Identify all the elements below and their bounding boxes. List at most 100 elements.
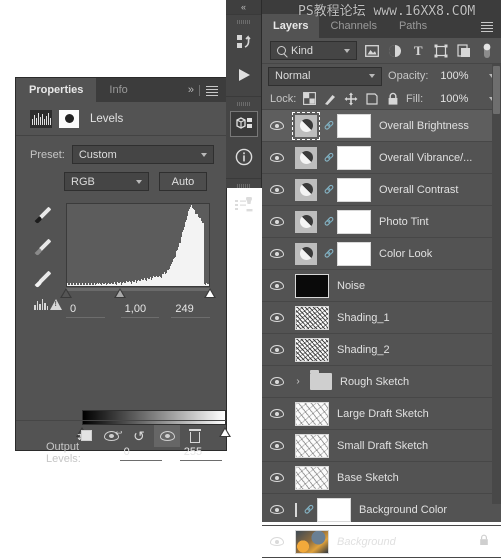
filter-type-icon[interactable]: T (410, 42, 426, 60)
table-row[interactable]: Shading_2 (262, 334, 501, 366)
layer-mask-thumbnail[interactable] (337, 145, 371, 170)
panel-menu-icon[interactable] (206, 85, 218, 96)
eyedropper-black[interactable] (34, 206, 54, 227)
lock-all-icon[interactable] (386, 92, 399, 106)
input-gamma-field[interactable]: 1,00 (120, 303, 160, 318)
adjustment-thumbnail[interactable] (292, 240, 320, 268)
layer-thumbnails[interactable]: 🔗 (292, 208, 371, 236)
filter-kind-select[interactable]: Kind (270, 41, 358, 60)
panel-menu-icon[interactable] (481, 21, 493, 32)
link-mask-icon[interactable]: 🔗 (324, 185, 334, 194)
lock-transparency-icon[interactable] (303, 92, 317, 106)
layer-mask-thumbnail[interactable] (337, 113, 371, 138)
layer-thumbnails[interactable]: › (292, 370, 332, 390)
layer-visibility-toggle[interactable] (262, 249, 292, 258)
rail-properties-icon[interactable] (226, 107, 262, 140)
table-row[interactable]: 🔗 Overall Vibrance/... (262, 142, 501, 174)
layer-mask-thumbnail[interactable] (337, 177, 371, 202)
input-black-field[interactable]: 0 (66, 303, 105, 318)
layer-thumbnail[interactable] (295, 273, 329, 298)
layer-visibility-toggle[interactable] (262, 377, 292, 386)
layer-thumbnails[interactable]: 🔗 (292, 144, 371, 172)
layer-mask-thumbnail[interactable] (337, 209, 371, 234)
layer-thumbnails[interactable] (292, 401, 329, 426)
channel-select[interactable]: RGB (64, 172, 149, 191)
adjustment-thumbnail[interactable] (292, 208, 320, 236)
rail-history-icon[interactable] (226, 25, 262, 58)
lock-position-icon[interactable] (344, 92, 358, 106)
collapse-panel-icon[interactable]: » (188, 84, 194, 96)
table-row[interactable]: Noise (262, 270, 501, 302)
delete-adjustment-button[interactable] (182, 425, 208, 447)
table-row[interactable]: Base Sketch (262, 462, 501, 494)
layer-visibility-toggle[interactable] (262, 473, 292, 482)
rail-grip[interactable] (226, 18, 261, 25)
layer-thumbnail[interactable] (295, 305, 329, 330)
layer-visibility-toggle[interactable] (262, 441, 292, 450)
input-gamma-handle[interactable] (114, 288, 126, 298)
link-mask-icon[interactable]: 🔗 (324, 217, 334, 226)
layer-thumbnails[interactable]: 🔗 (292, 176, 371, 204)
mini-histogram-icon[interactable] (34, 299, 48, 310)
input-black-handle[interactable] (60, 288, 72, 298)
filter-adjustment-icon[interactable] (387, 42, 403, 60)
opacity-field[interactable]: 100% (434, 66, 483, 86)
table-row[interactable]: 🔗 Background Color (262, 494, 501, 526)
color-fill-thumbnail[interactable] (292, 501, 300, 519)
layer-visibility-toggle[interactable] (262, 537, 292, 546)
layer-visibility-toggle[interactable] (262, 281, 292, 290)
tab-properties[interactable]: Properties (16, 78, 97, 102)
layer-thumbnail[interactable] (295, 337, 329, 362)
layer-thumbnails[interactable]: 🔗 (292, 497, 351, 522)
filter-pixel-icon[interactable] (364, 42, 380, 60)
layer-mask-thumbnail[interactable] (337, 241, 371, 266)
layer-thumbnails[interactable] (292, 465, 329, 490)
rail-collapse-button[interactable]: « (226, 0, 261, 14)
preset-select[interactable]: Custom (71, 145, 214, 164)
rail-info-icon[interactable] (226, 140, 262, 173)
layer-mask-icon[interactable] (59, 109, 79, 128)
rail-grip[interactable] (226, 100, 261, 107)
filter-toggle-switch[interactable] (479, 42, 495, 60)
rail-grip[interactable] (226, 182, 261, 189)
fill-field[interactable]: 100% (434, 89, 482, 108)
input-white-handle[interactable] (204, 288, 216, 298)
toggle-visibility-button[interactable] (154, 424, 180, 447)
adjustment-thumbnail[interactable] (292, 176, 320, 204)
layer-thumbnails[interactable] (292, 337, 329, 362)
layer-thumbnails[interactable]: 🔗 (292, 111, 371, 140)
layer-visibility-toggle[interactable] (262, 345, 292, 354)
layer-thumbnail[interactable] (295, 401, 329, 426)
lock-artboard-icon[interactable] (365, 92, 379, 106)
input-white-field[interactable]: 249 (171, 303, 211, 318)
table-row[interactable]: Shading_1 (262, 302, 501, 334)
layer-visibility-toggle[interactable] (262, 505, 292, 514)
layer-mask-thumbnail[interactable] (317, 497, 351, 522)
blend-mode-select[interactable]: Normal (268, 66, 383, 86)
table-row[interactable]: Background (262, 526, 501, 558)
layer-visibility-toggle[interactable] (262, 185, 292, 194)
adjustment-thumbnail[interactable] (292, 111, 320, 140)
table-row[interactable]: Large Draft Sketch (262, 398, 501, 430)
rail-play-icon[interactable] (226, 58, 262, 91)
table-row[interactable]: 🔗 Color Look (262, 238, 501, 270)
link-mask-icon[interactable]: 🔗 (324, 249, 334, 258)
layer-thumbnails[interactable]: 🔗 (292, 240, 371, 268)
table-row[interactable]: 🔗 Overall Contrast (262, 174, 501, 206)
table-row[interactable]: › Rough Sketch (262, 366, 501, 398)
layer-visibility-toggle[interactable] (262, 121, 292, 130)
layer-visibility-toggle[interactable] (262, 217, 292, 226)
layer-thumbnail[interactable] (295, 465, 329, 490)
layers-scrollbar-track[interactable] (492, 64, 501, 504)
lock-image-icon[interactable] (323, 92, 337, 106)
layer-thumbnails[interactable] (292, 273, 329, 298)
layer-thumbnail[interactable] (295, 529, 329, 554)
layer-thumbnails[interactable] (292, 433, 329, 458)
filter-shape-icon[interactable] (433, 42, 449, 60)
adjustment-thumbnail[interactable] (292, 144, 320, 172)
clip-to-layer-button[interactable]: ↴ (70, 425, 96, 447)
eyedropper-gray[interactable] (34, 238, 54, 259)
link-mask-icon[interactable]: 🔗 (304, 505, 314, 514)
layer-thumbnail[interactable] (295, 433, 329, 458)
layer-visibility-toggle[interactable] (262, 313, 292, 322)
